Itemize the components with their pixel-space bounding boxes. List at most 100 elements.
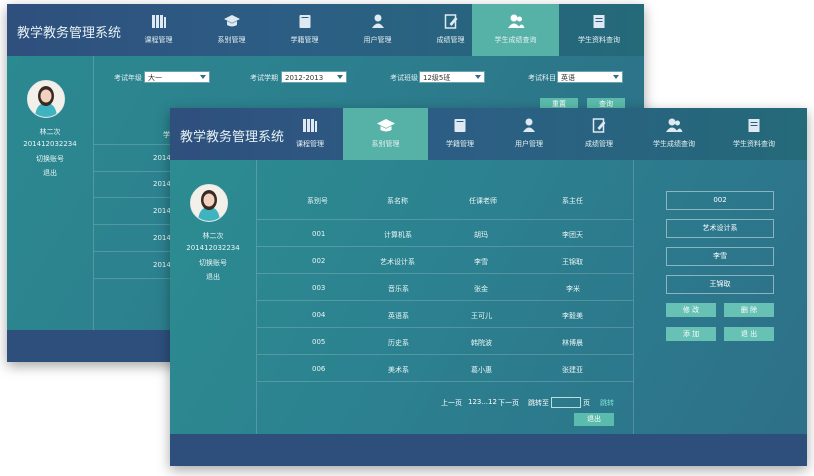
back-nav-course[interactable]: 课程管理 <box>122 4 195 56</box>
front-nav-grade-label: 成绩管理 <box>585 140 613 148</box>
table-row[interactable]: 胡玛 <box>474 230 488 240</box>
user-icon <box>371 14 385 33</box>
front-nav-status[interactable]: 学籍管理 <box>430 108 490 160</box>
front-footer-bar <box>170 434 807 466</box>
back-nav-status-label: 学籍管理 <box>290 36 319 44</box>
filter-class-value: 12级5班 <box>423 74 451 82</box>
front-nav-info-query-label: 学生资料查询 <box>733 140 775 148</box>
back-nav-user[interactable]: 用户管理 <box>341 4 414 56</box>
filter-grade-value: 大一 <box>148 74 162 82</box>
avatar <box>27 80 65 118</box>
edit-document-icon <box>443 14 458 33</box>
user-id: 201412032234 <box>186 244 240 252</box>
table-row[interactable]: 林博晨 <box>562 338 583 348</box>
go-link[interactable]: 跳转 <box>600 398 614 408</box>
table-row[interactable]: 004 <box>312 311 325 319</box>
add-button[interactable]: 添 加 <box>666 327 716 341</box>
table-row[interactable]: 006 <box>312 365 325 373</box>
front-nav-department-label: 系别管理 <box>371 140 400 148</box>
filter-term-label: 考试学期 <box>250 74 278 82</box>
filter-class-label: 考试班级 <box>390 74 418 82</box>
filter-subject-select[interactable]: 英语 <box>557 71 623 83</box>
back-nav-course-label: 课程管理 <box>144 36 173 44</box>
logout-link[interactable]: 退出 <box>7 168 93 178</box>
notebook-icon <box>592 14 607 33</box>
table-row[interactable]: 艺术设计系 <box>380 257 415 267</box>
back-nav-grade-query-label: 学生成绩查询 <box>494 36 537 44</box>
table-row[interactable]: 王锦取 <box>562 257 583 267</box>
divider <box>257 327 633 328</box>
table-row[interactable]: 001 <box>312 230 325 238</box>
front-nav-grade-query[interactable]: 学生成绩查询 <box>634 108 714 160</box>
table-row[interactable]: 葛小惠 <box>471 365 492 375</box>
back-nav-info-query[interactable]: 学生资料查询 <box>559 4 639 56</box>
modify-button[interactable]: 修 改 <box>666 303 716 317</box>
front-top-bar: 教学教务管理系统 课程管理 系别管理 学籍管理 用户管理 成绩管理 学生成绩查询… <box>170 108 807 160</box>
exit-button[interactable]: 退出 <box>574 413 614 426</box>
back-nav-info-query-label: 学生资料查询 <box>578 36 620 44</box>
table-row[interactable]: 002 <box>312 257 325 265</box>
table-row[interactable]: 李米 <box>566 284 580 294</box>
department-head-field[interactable]: 王锦取 <box>666 275 774 294</box>
chevron-down-icon <box>200 75 206 79</box>
switch-account-link[interactable]: 切换账号 <box>170 258 256 268</box>
back-nav-department[interactable]: 系别管理 <box>195 4 268 56</box>
table-row[interactable]: 张建亚 <box>562 365 583 375</box>
table-row[interactable]: 李雪 <box>474 257 488 267</box>
table-header-id: 系别号 <box>307 197 328 205</box>
filter-class-select[interactable]: 12级5班 <box>419 71 485 83</box>
department-id-field[interactable]: 002 <box>666 191 774 210</box>
table-row: 2014 <box>153 180 171 188</box>
front-nav-grade[interactable]: 成绩管理 <box>564 108 634 160</box>
table-row[interactable]: 英语系 <box>388 311 409 321</box>
filter-subject-value: 英语 <box>561 74 575 82</box>
front-window: 教学教务管理系统 课程管理 系别管理 学籍管理 用户管理 成绩管理 学生成绩查询… <box>170 108 807 466</box>
table-row[interactable]: 李团天 <box>562 230 583 240</box>
table-row[interactable]: 音乐系 <box>388 284 409 294</box>
department-name-field[interactable]: 艺术设计系 <box>666 219 774 238</box>
table-header-teacher: 任课老师 <box>469 197 497 205</box>
front-nav: 课程管理 系别管理 学籍管理 用户管理 成绩管理 学生成绩查询 学生资料查询 <box>275 108 807 160</box>
jump-to-label: 跳转至 <box>528 399 549 407</box>
table-row[interactable]: 003 <box>312 284 325 292</box>
back-nav-status[interactable]: 学籍管理 <box>268 4 341 56</box>
back-nav-user-label: 用户管理 <box>363 36 392 44</box>
table-row[interactable]: 王可儿 <box>471 311 492 321</box>
filter-grade-label: 考试年级 <box>114 74 142 82</box>
table-row[interactable]: 历史系 <box>388 338 409 348</box>
page-numbers[interactable]: 123...12 <box>468 398 497 406</box>
filter-term-select[interactable]: 2012-2013 <box>281 71 347 83</box>
front-nav-user[interactable]: 用户管理 <box>494 108 564 160</box>
page-jump-input[interactable] <box>551 397 581 408</box>
divider <box>257 354 633 355</box>
back-nav-grade-query[interactable]: 学生成绩查询 <box>472 4 559 56</box>
front-nav-info-query[interactable]: 学生资料查询 <box>714 108 794 160</box>
back-nav: 课程管理 系别管理 学籍管理 用户管理 成绩管理 学生成绩查询 学生资料查询 <box>122 4 644 56</box>
front-app-title: 教学教务管理系统 <box>180 130 285 145</box>
users-icon <box>507 14 525 33</box>
front-nav-department[interactable]: 系别管理 <box>343 108 428 160</box>
graduation-cap-icon <box>223 14 241 33</box>
edit-document-icon <box>592 118 607 137</box>
prev-page-link[interactable]: 上一页 <box>441 398 462 408</box>
table-row[interactable]: 张金 <box>474 284 488 294</box>
next-page-link[interactable]: 下一页 <box>498 398 519 408</box>
notebook-icon <box>747 118 762 137</box>
graduation-cap-icon <box>376 118 396 138</box>
table-row[interactable]: 美术系 <box>388 365 409 375</box>
divider <box>257 381 633 382</box>
table-row: 2014 <box>153 154 171 162</box>
front-nav-course[interactable]: 课程管理 <box>275 108 345 160</box>
delete-button[interactable]: 删 除 <box>724 303 774 317</box>
teacher-field[interactable]: 李雪 <box>666 247 774 266</box>
table-row[interactable]: 李毅美 <box>562 311 583 321</box>
filter-grade-select[interactable]: 大一 <box>144 71 210 83</box>
avatar <box>190 184 228 222</box>
table-row[interactable]: 005 <box>312 338 325 346</box>
table-row[interactable]: 计算机系 <box>384 230 412 240</box>
switch-account-link[interactable]: 切换账号 <box>7 154 93 164</box>
logout-link[interactable]: 退出 <box>170 272 256 282</box>
front-sidebar: 林二次 201412032234 切换账号 退出 <box>170 160 257 434</box>
table-row[interactable]: 韩院波 <box>471 338 492 348</box>
exit-detail-button[interactable]: 退 出 <box>724 327 774 341</box>
